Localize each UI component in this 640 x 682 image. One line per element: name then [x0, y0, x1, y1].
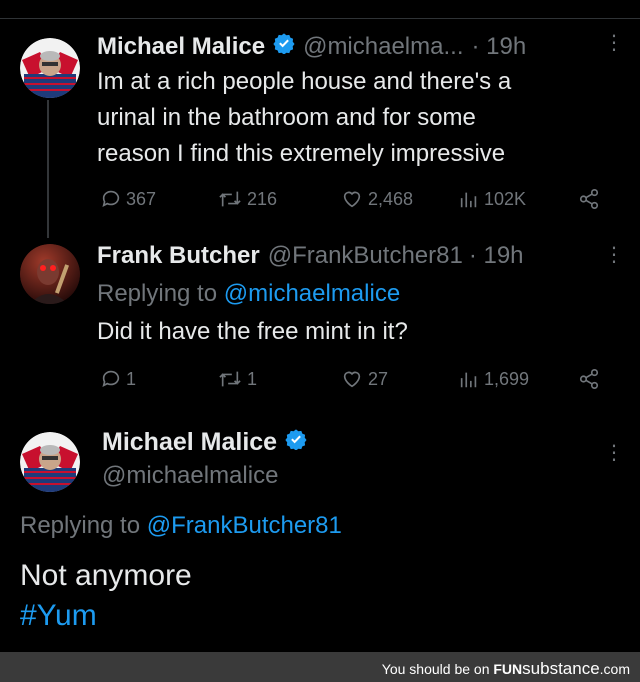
tweet-header: Michael Malice — [102, 428, 307, 457]
display-name[interactable]: Michael Malice — [102, 428, 277, 457]
verified-badge-icon — [285, 428, 307, 457]
watermark-prefix: You should be on — [381, 661, 490, 677]
main-tweet-michael-malice[interactable]: Michael Malice @michaelmalice ⋮ Replying… — [0, 410, 640, 652]
retweet-button[interactable]: 1 — [217, 368, 257, 390]
retweet-count: 1 — [247, 368, 258, 389]
more-options-icon[interactable]: ⋮ — [604, 245, 624, 265]
retweet-icon — [219, 371, 241, 387]
tweet-frank-butcher[interactable]: Frank Butcher @FrankButcher81 · 19h ⋮ Re… — [0, 230, 640, 410]
tweet-text: Im at a rich people house and there's a … — [97, 64, 511, 172]
watermark-bar: You should be on FUNsubstance.com — [0, 652, 640, 682]
watermark-brand-fun: FUN — [493, 661, 523, 677]
display-name[interactable]: Michael Malice — [97, 33, 265, 61]
timestamp[interactable]: · 19h — [471, 33, 526, 61]
share-button[interactable] — [578, 188, 600, 210]
tweet-text-line: Im at a rich people house and there's a — [97, 68, 512, 95]
avatar[interactable] — [20, 38, 80, 98]
views-icon — [460, 372, 477, 388]
more-options-icon[interactable]: ⋮ — [604, 443, 624, 463]
handle[interactable]: @FrankButcher81 — [268, 242, 463, 270]
heart-icon — [343, 191, 361, 208]
hashtag-link[interactable]: #Yum — [20, 596, 192, 636]
reply-icon — [102, 190, 120, 207]
view-count: 102K — [484, 188, 527, 209]
reply-count: 367 — [126, 188, 157, 209]
timestamp[interactable]: · 19h — [469, 242, 524, 270]
retweet-count: 216 — [247, 188, 278, 209]
replying-to-handle-link[interactable]: @FrankButcher81 — [147, 512, 342, 539]
like-count: 27 — [368, 368, 389, 389]
handle[interactable]: @michaelmalice — [102, 462, 278, 490]
handle[interactable]: @michaelma... — [303, 33, 463, 61]
share-icon — [579, 369, 599, 389]
reply-button[interactable]: 367 — [100, 188, 156, 210]
replying-to-label: Replying to — [20, 512, 141, 539]
replying-to: Replying to @FrankButcher81 — [20, 512, 342, 540]
retweet-button[interactable]: 216 — [217, 188, 277, 210]
share-icon — [579, 189, 599, 209]
tweet-text-line: urinal in the bathroom and for some — [97, 104, 476, 131]
tweet-text: Did it have the free mint in it? — [97, 318, 408, 345]
reply-button[interactable]: 1 — [100, 368, 136, 390]
views-button[interactable]: 1,699 — [458, 368, 529, 390]
share-button[interactable] — [578, 368, 600, 390]
display-name[interactable]: Frank Butcher — [97, 242, 260, 270]
tweet-text: Not anymore #Yum — [20, 556, 192, 636]
reply-icon — [102, 370, 120, 387]
replying-to-handle-link[interactable]: @michaelmalice — [224, 280, 400, 307]
tweet-text-line: reason I find this extremely impressive — [97, 140, 506, 167]
more-options-icon[interactable]: ⋮ — [604, 33, 624, 53]
tweet-text-line: Not anymore — [20, 559, 192, 592]
views-button[interactable]: 102K — [458, 188, 526, 210]
watermark-text: You should be on FUNsubstance.com — [382, 659, 630, 679]
tweet-header: Frank Butcher @FrankButcher81 · 19h — [97, 242, 524, 270]
like-button[interactable]: 2,468 — [340, 188, 413, 210]
verified-badge-icon — [273, 32, 295, 61]
heart-icon — [343, 371, 361, 388]
like-button[interactable]: 27 — [340, 368, 388, 390]
view-count: 1,699 — [484, 368, 530, 389]
views-icon — [460, 192, 477, 208]
replying-to: Replying to @michaelmalice — [97, 280, 400, 308]
avatar[interactable] — [20, 432, 80, 492]
retweet-icon — [219, 191, 241, 207]
replying-to-label: Replying to — [97, 280, 218, 307]
tweet-header: Michael Malice @michaelma... · 19h — [97, 32, 526, 61]
watermark-brand-tld: .com — [599, 661, 630, 677]
like-count: 2,468 — [368, 188, 414, 209]
watermark-brand-substance: substance — [522, 659, 600, 678]
tweet-michael-malice[interactable]: Michael Malice @michaelma... · 19h ⋮ Im … — [0, 0, 640, 230]
avatar[interactable] — [20, 244, 80, 304]
reply-count: 1 — [126, 368, 137, 389]
